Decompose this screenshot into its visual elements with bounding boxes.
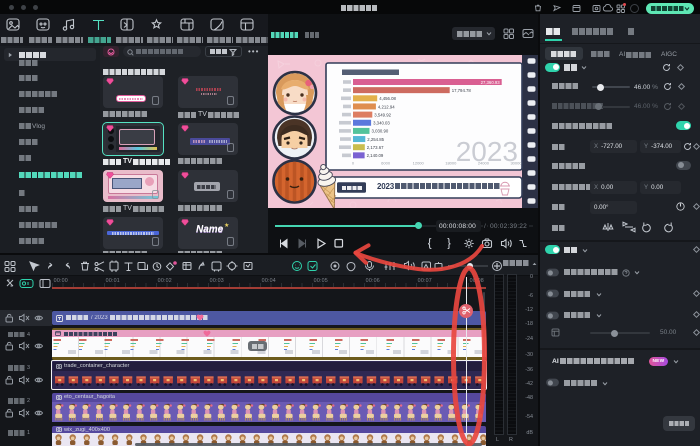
svg-text:2,173.67: 2,173.67 <box>367 145 384 150</box>
svg-text:2,140.09: 2,140.09 <box>367 153 384 158</box>
svg-text:12000: 12000 <box>413 161 425 166</box>
svg-text:6000: 6000 <box>381 161 391 166</box>
svg-text:4,212.94: 4,212.94 <box>378 104 395 109</box>
svg-text:3,549.92: 3,549.92 <box>374 112 391 117</box>
svg-text:4,456.08: 4,456.08 <box>379 96 396 101</box>
svg-text:3,340.03: 3,340.03 <box>373 121 390 126</box>
svg-text:3,030.90: 3,030.90 <box>372 129 389 134</box>
svg-text:30000: 30000 <box>510 161 522 166</box>
svg-text:27,360.93: 27,360.93 <box>481 80 501 85</box>
svg-text:17,794.78: 17,794.78 <box>452 88 472 93</box>
svg-text:2,254.85: 2,254.85 <box>367 137 384 142</box>
svg-text:18000: 18000 <box>445 161 457 166</box>
svg-text:24000: 24000 <box>478 161 490 166</box>
